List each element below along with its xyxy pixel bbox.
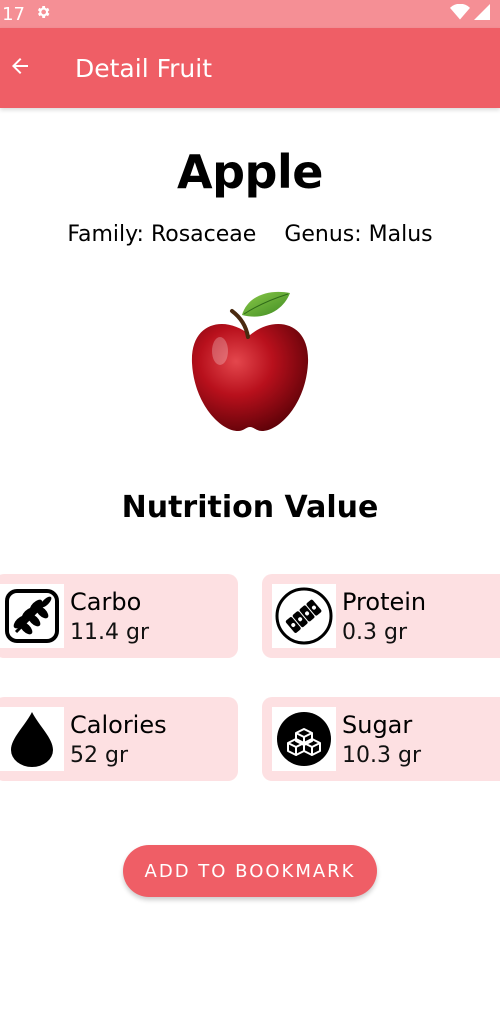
protein-icon [272, 584, 336, 648]
nutrition-card-carbo: Carbo 11.4 gr [0, 574, 238, 658]
settings-icon [35, 4, 51, 25]
nutrition-value: 10.3 gr [342, 742, 421, 768]
nutrition-card-sugar: Sugar 10.3 gr [262, 697, 500, 781]
fruit-family: Family: Rosaceae [67, 222, 257, 247]
wheat-icon [0, 584, 64, 648]
wifi-icon [450, 3, 470, 25]
nutrition-label: Carbo [70, 587, 142, 616]
arrow-back-icon [8, 54, 32, 83]
app-title: Detail Fruit [75, 53, 213, 83]
nutrition-value: 52 gr [70, 742, 128, 768]
drop-icon [0, 707, 64, 771]
status-time: :17 [0, 3, 25, 25]
add-to-bookmark-button[interactable]: ADD TO BOOKMARK [123, 845, 377, 897]
fruit-name: Apple [177, 145, 323, 199]
nutrition-title: Nutrition Value [121, 490, 379, 525]
sugar-cubes-icon [272, 707, 336, 771]
signal-icon [474, 3, 490, 25]
nutrition-card-protein: Protein 0.3 gr [262, 574, 500, 658]
app-bar: Detail Fruit [0, 28, 500, 108]
status-bar: :17 [0, 0, 500, 28]
nutrition-label: Sugar [342, 710, 413, 739]
fruit-genus: Genus: Malus [284, 222, 433, 247]
nutrition-card-calories: Calories 52 gr [0, 697, 238, 781]
taxonomy-row: Family: Rosaceae Genus: Malus [0, 222, 500, 247]
nutrition-value: 0.3 gr [342, 619, 407, 645]
nutrition-value: 11.4 gr [70, 619, 149, 645]
back-button[interactable] [0, 48, 40, 88]
nutrition-label: Calories [70, 710, 167, 739]
nutrition-label: Protein [342, 587, 427, 616]
fruit-image [186, 285, 314, 435]
